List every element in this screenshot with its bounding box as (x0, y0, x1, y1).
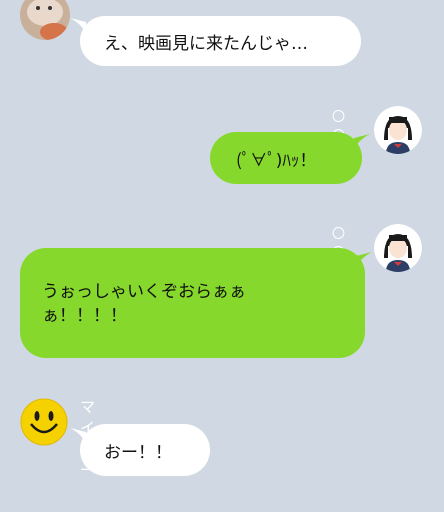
bubble-tail (354, 134, 370, 154)
message-bubble[interactable]: え、映画見に来たんじゃ… (80, 16, 361, 66)
smiley-face-avatar[interactable] (20, 398, 68, 446)
hamster-avatar[interactable] (20, 0, 70, 40)
schoolgirl-avatar-icon[interactable] (374, 106, 422, 154)
message-bubble[interactable]: おー！！ (80, 424, 210, 476)
message-bubble[interactable]: うぉっしゃいくぞおらぁぁ ぁ！！！！ (20, 248, 365, 358)
schoolgirl-avatar-icon[interactable] (374, 224, 422, 272)
bubble-tail (356, 252, 372, 272)
message-bubble[interactable]: (ﾟ∀ﾟ)ﾊｯ！ (210, 132, 362, 184)
